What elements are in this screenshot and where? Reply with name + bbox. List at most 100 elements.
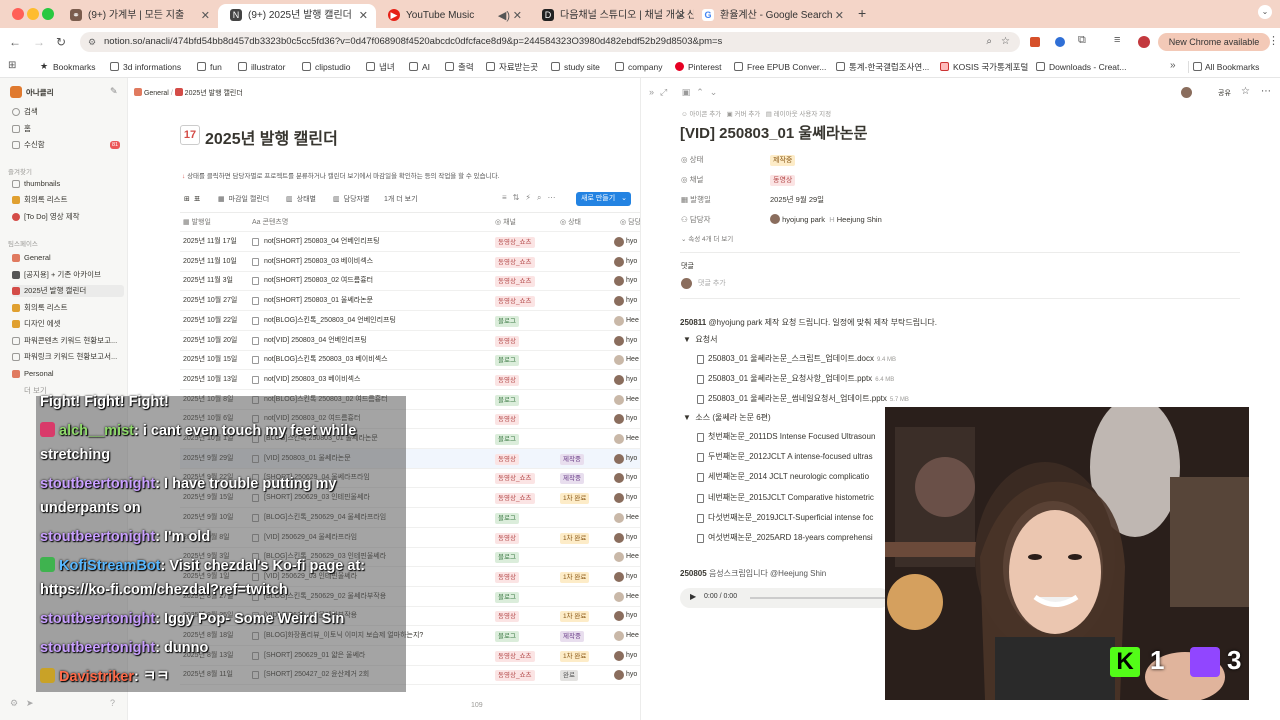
menu-kebab-icon[interactable]: ⋮: [1268, 34, 1279, 47]
audio-progress[interactable]: [750, 597, 885, 599]
browser-tab[interactable]: ▶ YouTube Music ◀) ✕: [376, 4, 530, 28]
view-tab-table[interactable]: ⊞ 표: [184, 194, 200, 204]
bookmark-item[interactable]: Pinterest: [675, 61, 722, 73]
audio-player[interactable]: ▶ 0:00 / 0:00: [680, 588, 890, 608]
close-tab-icon[interactable]: ✕: [677, 7, 686, 25]
toggle-requests[interactable]: ▼ 요청서: [683, 334, 717, 346]
minimize-window-button[interactable]: [27, 8, 39, 20]
column-header[interactable]: ◎ 담당: [620, 213, 641, 233]
new-button[interactable]: 새로 만들기 ⌄: [576, 192, 631, 206]
tab-search-icon[interactable]: ⌄: [1258, 5, 1272, 19]
forward-icon[interactable]: →: [33, 35, 45, 49]
file-attachment[interactable]: 250803_01 울쎄라논문_요청사항_업데이트.pptx 6.4 MB: [697, 373, 894, 386]
back-icon[interactable]: ←: [9, 35, 21, 49]
close-tab-icon[interactable]: ✕: [201, 7, 210, 25]
more-options-icon[interactable]: ⋯: [1261, 86, 1271, 97]
sidebar-item-search[interactable]: 검색: [12, 106, 124, 118]
column-header[interactable]: ▦ 발행일: [183, 213, 211, 233]
speaker-icon[interactable]: ◀): [498, 7, 510, 25]
play-icon[interactable]: ▶: [690, 592, 696, 601]
new-page-icon[interactable]: ✎: [110, 86, 118, 97]
column-header[interactable]: Aa 콘텐츠명: [252, 213, 288, 233]
settings-icon[interactable]: ⚙: [10, 698, 18, 709]
favorite-star-icon[interactable]: ☆: [1241, 86, 1250, 97]
table-row[interactable]: 2025년 11월 17일 not[SHORT] 250803_04 언베인리프팅…: [180, 232, 640, 252]
cell-title[interactable]: not[VID] 250803_03 베이비섹스: [264, 370, 360, 390]
file-attachment[interactable]: 250803_01 울쎄라논문_스크립트_업데이트.docx 9.4 MB: [697, 353, 896, 366]
table-row[interactable]: 2025년 11월 3일 not[SHORT] 250803_02 여드름흉터 동영…: [180, 271, 640, 292]
breadcrumb-item[interactable]: General: [144, 90, 169, 97]
sidebar-item-meeting-notes[interactable]: 회의록 리스트: [12, 194, 124, 206]
toggle-sources[interactable]: ▼ 소스 (울쎄라 논문 6편): [683, 412, 771, 424]
browser-tab[interactable]: ⚭ (9+) 가계부 | 모든 지출 ✕: [58, 4, 218, 28]
sidebar-item-archive[interactable]: [공지용] + 기존 아카이브: [12, 269, 124, 281]
close-tab-icon[interactable]: ✕: [513, 7, 522, 25]
cell-title[interactable]: not[SHORT] 250803_04 언베인리프팅: [264, 232, 380, 252]
comment-input[interactable]: 댓글 추가: [698, 278, 726, 290]
bookmark-folder[interactable]: 3d informations: [110, 61, 181, 73]
bookmark-folder[interactable]: clipstudio: [302, 61, 350, 73]
file-attachment[interactable]: 두번째논문_2012JCLT A intense-focused ultras: [697, 451, 873, 463]
extension-icon[interactable]: [1055, 37, 1065, 47]
reload-icon[interactable]: ↻: [56, 35, 66, 49]
cell-title[interactable]: not[BLOG]스킨톡 250803_03 베이비섹스: [264, 350, 388, 370]
all-bookmarks[interactable]: All Bookmarks: [1188, 61, 1259, 73]
cell-title[interactable]: not[VID] 250803_04 언베인리프팅: [264, 331, 367, 351]
status-property[interactable]: 제작중: [770, 154, 796, 166]
help-icon[interactable]: ?: [110, 698, 115, 708]
more-properties-toggle[interactable]: ⌄ 속성 4개 더 보기: [681, 234, 733, 246]
add-cover-button[interactable]: ▣ 커버 추가: [727, 111, 761, 118]
view-tab-calendar[interactable]: ▦ 마감일 캘린더: [218, 194, 269, 204]
date-property[interactable]: 2025년 9월 29일: [770, 194, 824, 206]
bookmark-folder[interactable]: 자료받는곳: [486, 61, 538, 73]
sidebar-item-meeting-list[interactable]: 회의록 리스트: [12, 302, 124, 314]
new-tab-button[interactable]: +: [858, 5, 866, 21]
bookmark-folder[interactable]: 냅녀: [366, 61, 395, 73]
table-row[interactable]: 2025년 10월 22일 not[BLOG]스킨톡_250803_04 언베인리…: [180, 311, 640, 331]
cell-title[interactable]: not[SHORT] 250803_03 베이비섹스: [264, 252, 373, 272]
chevron-right-icon[interactable]: »: [1170, 60, 1176, 71]
zoom-icon[interactable]: ⌕: [986, 32, 992, 52]
sidebar-item-general[interactable]: General: [12, 252, 124, 264]
browser-tab[interactable]: G 환율계산 - Google Search ✕: [690, 4, 852, 28]
view-tab-assignee[interactable]: ▥ 담당자별: [333, 194, 369, 204]
cell-title[interactable]: not[BLOG]스킨톡_250803_04 언베인리프팅: [264, 311, 396, 331]
customize-layout-button[interactable]: ▤ 레이아웃 사용자 지정: [766, 111, 831, 118]
channel-property[interactable]: 동영상: [770, 174, 796, 186]
sidebar-item-todo[interactable]: [To Do] 영상 제작: [12, 211, 124, 223]
bookmark-folder[interactable]: 출력: [445, 61, 474, 73]
table-row[interactable]: 2025년 10월 27일 not[SHORT] 250803_01 울쎄라논문 동…: [180, 291, 640, 312]
filter-sort-icons[interactable]: ≡⇅⚡⌕⋯: [502, 193, 561, 203]
close-window-button[interactable]: [12, 8, 24, 20]
table-row[interactable]: 2025년 11월 10일 not[SHORT] 250803_03 베이비섹스 동…: [180, 252, 640, 272]
bookmark-item[interactable]: 통계-한국갤럽조사연...: [836, 61, 929, 73]
bookmark-folder[interactable]: AI: [409, 61, 430, 73]
table-row[interactable]: 2025년 10월 13일 not[VID] 250803_03 베이비섹스 동영상…: [180, 370, 640, 390]
bookmark-item[interactable]: Free EPUB Conver...: [734, 61, 826, 73]
sidebar-item-home[interactable]: 홈: [12, 123, 124, 135]
file-attachment[interactable]: 여섯번째논문_2025ARD 18-years comprehensi: [697, 532, 873, 544]
cell-title[interactable]: not[SHORT] 250803_02 여드름흉터: [264, 271, 373, 291]
extension-icon[interactable]: [1030, 37, 1040, 47]
close-tab-icon[interactable]: ✕: [359, 7, 368, 25]
view-tab-status[interactable]: ▥ 상태별: [286, 194, 316, 204]
bookmark-star-icon[interactable]: ☆: [1001, 32, 1010, 52]
bookmark-folder[interactable]: illustrator: [238, 61, 285, 73]
column-header[interactable]: ◎ 채널: [495, 213, 516, 233]
site-info-icon[interactable]: ⚙: [88, 32, 96, 52]
extensions-puzzle-icon[interactable]: ⧉: [1078, 34, 1086, 47]
send-icon[interactable]: ➤: [26, 698, 34, 709]
workspace-name[interactable]: 아나클리: [26, 87, 54, 98]
bookmark-item[interactable]: KOSIS 국가통계포털: [940, 61, 1028, 73]
file-attachment[interactable]: 다섯번째논문_2019JCLT-Superficial intense foc: [697, 512, 873, 524]
bookmark-folder[interactable]: company: [615, 61, 663, 73]
file-attachment[interactable]: 세번째논문_2014 JCLT neurologic complicatio: [697, 471, 869, 483]
sidebar-item-power-link[interactable]: 파워링크 키워드 현황보고서...: [12, 351, 124, 363]
sidebar-item-personal[interactable]: Personal: [12, 368, 124, 380]
browser-tab[interactable]: D 다음채널 스튜디오 | 채널 개설 신청 ✕: [530, 4, 694, 28]
reading-list-icon[interactable]: ≡: [1114, 34, 1120, 46]
browser-tab-active[interactable]: N (9+) 2025년 발행 캘린더 ✕: [218, 4, 376, 28]
file-attachment[interactable]: 250803_01 울쎄라논문_썸네일요청서_업데이트.pptx 5.7 MB: [697, 393, 909, 406]
bookmark-item[interactable]: Downloads - Creat...: [1036, 61, 1126, 73]
bookmark-item[interactable]: ★ Bookmarks: [40, 61, 96, 73]
